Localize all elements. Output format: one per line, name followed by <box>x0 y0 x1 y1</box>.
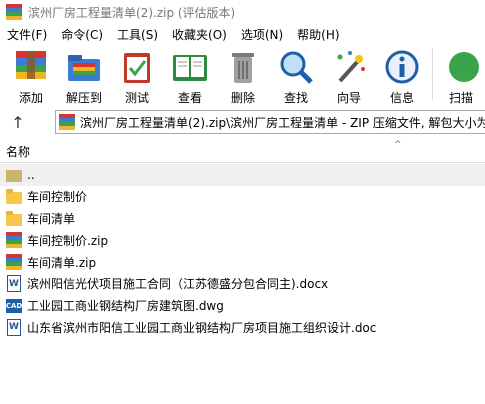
file-name: 车间清单.zip <box>27 255 97 270</box>
up-arrow-icon[interactable]: ↑ <box>6 110 30 134</box>
delete-label: 删除 <box>230 91 255 105</box>
word-document-icon: W <box>7 275 21 293</box>
list-item[interactable]: 车间清单 <box>0 208 485 230</box>
winrar-icon <box>6 4 22 20</box>
parent-folder-icon <box>6 170 22 183</box>
test-button[interactable]: 测试 <box>115 44 159 106</box>
wizard-label: 向导 <box>336 91 361 105</box>
trash-icon <box>223 48 263 86</box>
menu-commands[interactable]: 命令(C) <box>54 26 110 43</box>
column-name-header[interactable]: 名称 <box>6 143 30 160</box>
scan-label: 扫描 <box>448 91 473 105</box>
test-clipboard-icon <box>117 48 157 86</box>
path-field[interactable]: 滨州厂房工程量清单(2).zip\滨州厂房工程量清单 - ZIP 压缩文件, 解… <box>55 110 485 134</box>
view-label: 查看 <box>177 91 202 105</box>
file-list: .. 车间控制价 车间清单 车间控制价.zip 车间清单.zip W 滨州阳信光… <box>0 164 485 338</box>
path-text: 滨州厂房工程量清单(2).zip\滨州厂房工程量清单 - ZIP 压缩文件, 解… <box>80 115 485 130</box>
toolbar-separator <box>432 48 433 100</box>
sort-caret-icon: ^ <box>394 140 402 150</box>
list-item[interactable]: CAD 工业园工商业钢结构厂房建筑图.dwg <box>0 295 485 317</box>
folder-icon <box>6 210 22 226</box>
menu-help[interactable]: 帮助(H) <box>290 26 346 43</box>
window-title: 滨州厂房工程量清单(2).zip (评估版本) <box>28 5 236 20</box>
find-label: 查找 <box>283 91 308 105</box>
magic-wand-icon <box>329 48 369 86</box>
menu-options[interactable]: 选项(N) <box>234 26 290 43</box>
list-item[interactable]: W 山东省滨州市阳信工业园工商业钢结构厂房项目施工组织设计.doc <box>0 317 485 339</box>
zip-archive-icon <box>6 232 22 249</box>
wizard-button[interactable]: 向导 <box>327 44 371 106</box>
zip-archive-icon <box>59 114 75 130</box>
magnifier-icon <box>276 48 316 86</box>
cad-drawing-icon: CAD <box>6 298 22 313</box>
virus-scan-icon <box>441 48 481 86</box>
view-button[interactable]: 查看 <box>168 44 212 106</box>
folder-icon <box>6 189 22 205</box>
menu-file[interactable]: 文件(F) <box>0 26 54 43</box>
file-name: 车间控制价.zip <box>27 233 109 248</box>
file-name: 滨州阳信光伏项目施工合同（江苏德盛分包合同主).docx <box>27 277 329 292</box>
add-button[interactable]: 添加 <box>9 44 53 106</box>
list-item[interactable]: .. <box>0 164 485 186</box>
info-button[interactable]: 信息 <box>380 44 424 106</box>
list-item[interactable]: 车间清单.zip <box>0 251 485 273</box>
menu-tools[interactable]: 工具(S) <box>110 26 165 43</box>
zip-archive-icon <box>6 254 22 271</box>
address-bar: ↑ 滨州厂房工程量清单(2).zip\滨州厂房工程量清单 - ZIP 压缩文件,… <box>0 108 485 136</box>
list-item[interactable]: W 滨州阳信光伏项目施工合同（江苏德盛分包合同主).docx <box>0 273 485 295</box>
extract-folder-icon <box>64 48 104 86</box>
menu-bar: 文件(F) 命令(C) 工具(S) 收藏夹(O) 选项(N) 帮助(H) <box>0 24 485 44</box>
toolbar: 添加 解压到 测试 查看 删除 查找 向导 信息 扫描 <box>0 44 485 106</box>
test-label: 测试 <box>124 91 149 105</box>
archive-add-icon <box>11 48 51 86</box>
column-header: 名称 ^ <box>0 140 485 163</box>
add-label: 添加 <box>18 91 43 105</box>
extract-button[interactable]: 解压到 <box>62 44 106 106</box>
scan-button[interactable]: 扫描 <box>439 44 483 106</box>
file-name: 工业园工商业钢结构厂房建筑图.dwg <box>27 299 224 314</box>
file-name: 山东省滨州市阳信工业园工商业钢结构厂房项目施工组织设计.doc <box>27 320 377 335</box>
extract-label: 解压到 <box>65 91 102 105</box>
info-icon <box>382 48 422 86</box>
view-book-icon <box>170 48 210 86</box>
list-item[interactable]: 车间控制价 <box>0 186 485 208</box>
info-label: 信息 <box>389 91 414 105</box>
file-name: .. <box>27 167 35 182</box>
delete-button[interactable]: 删除 <box>221 44 265 106</box>
find-button[interactable]: 查找 <box>274 44 318 106</box>
file-name: 车间清单 <box>27 211 76 226</box>
title-bar: 滨州厂房工程量清单(2).zip (评估版本) <box>0 0 485 24</box>
word-document-icon: W <box>7 318 21 336</box>
file-name: 车间控制价 <box>27 190 88 205</box>
list-item[interactable]: 车间控制价.zip <box>0 229 485 251</box>
menu-favorites[interactable]: 收藏夹(O) <box>165 26 234 43</box>
